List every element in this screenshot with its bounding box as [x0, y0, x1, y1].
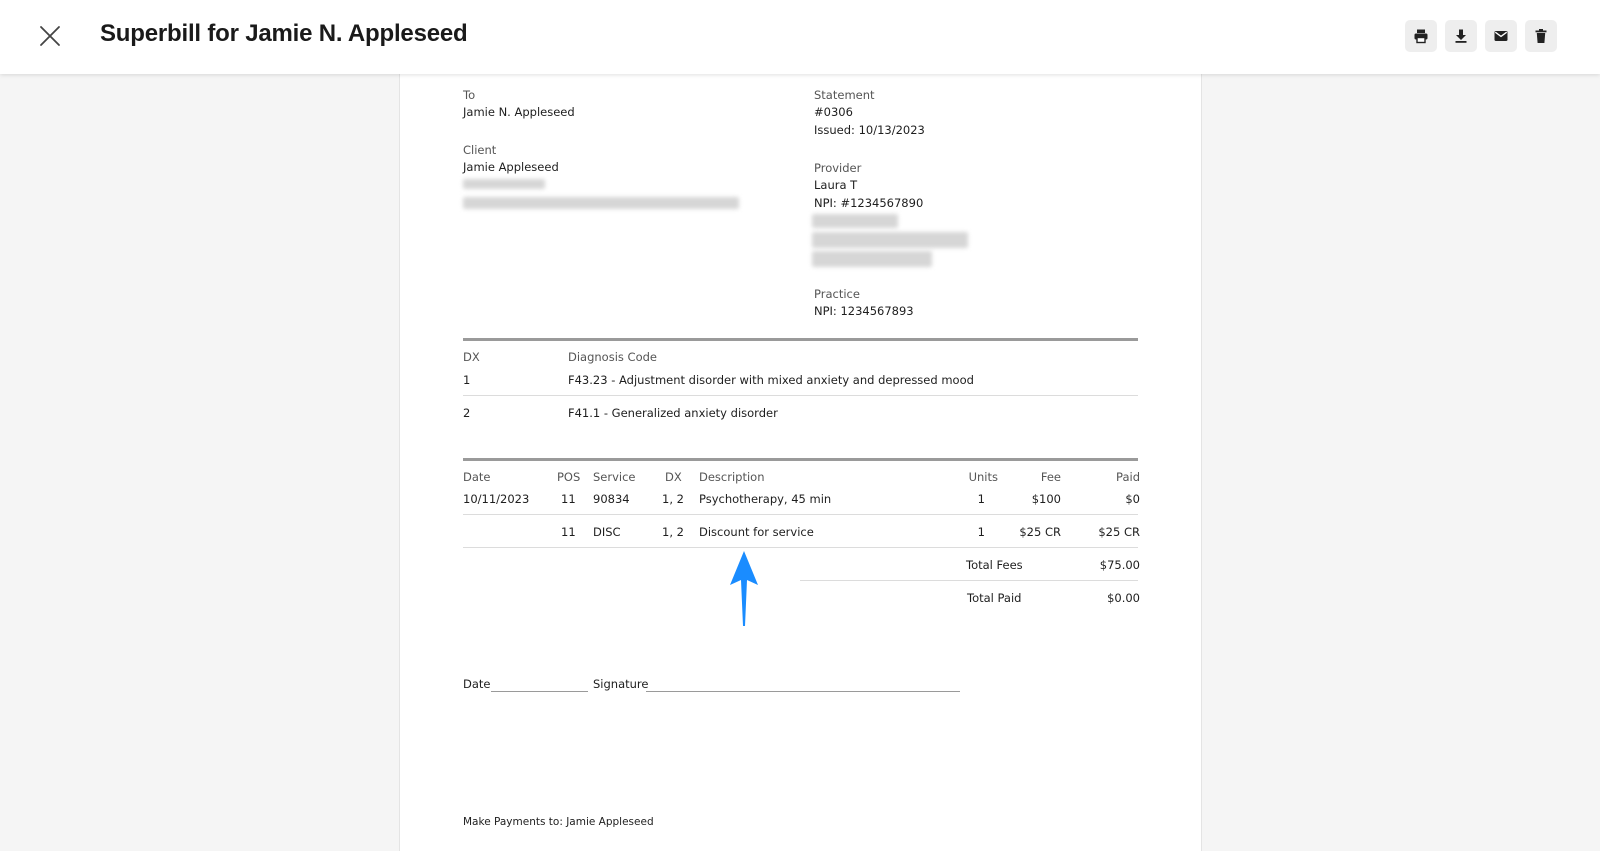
dx-header: DX	[463, 350, 480, 364]
row-divider	[463, 514, 1138, 515]
service-pos: 11	[561, 492, 576, 506]
to-name: Jamie N. Appleseed	[463, 105, 575, 119]
signature-date-label: Date	[463, 677, 491, 691]
close-icon	[40, 26, 60, 46]
service-code: DISC	[593, 525, 621, 539]
client-label: Client	[463, 143, 497, 157]
statement-issued: Issued: 10/13/2023	[814, 123, 925, 137]
statement-label: Statement	[814, 88, 875, 102]
service-header: Service	[593, 470, 636, 484]
delete-button[interactable]	[1525, 20, 1557, 52]
client-name: Jamie Appleseed	[463, 160, 559, 174]
header-bar: Superbill for Jamie N. Appleseed	[0, 0, 1600, 74]
service-units: 1	[977, 525, 985, 539]
download-button[interactable]	[1445, 20, 1477, 52]
superbill-document: To Jamie N. Appleseed Client Jamie Apple…	[400, 74, 1201, 851]
service-description: Psychotherapy, 45 min	[699, 492, 832, 506]
redacted-client-info	[463, 179, 545, 189]
payments-note: Make Payments to: Jamie Appleseed	[463, 816, 654, 828]
redacted-provider-info	[812, 214, 898, 228]
statement-number: #0306	[814, 105, 853, 119]
diagnosis-code: F41.1 - Generalized anxiety disorder	[568, 406, 778, 420]
divider	[463, 338, 1138, 341]
total-fees-value: $75.00	[1099, 558, 1140, 572]
redacted-client-address	[463, 197, 739, 209]
date-header: Date	[463, 470, 491, 484]
total-paid-label: Total Paid	[967, 591, 1022, 605]
redacted-provider-address	[812, 232, 968, 248]
pos-header: POS	[557, 470, 581, 484]
service-fee: $100	[1031, 492, 1061, 506]
paid-header: Paid	[1116, 470, 1140, 484]
print-button[interactable]	[1405, 20, 1437, 52]
diagnosis-code-header: Diagnosis Code	[568, 350, 657, 364]
provider-name: Laura T	[814, 178, 858, 192]
service-description: Discount for service	[699, 525, 814, 539]
total-fees-label: Total Fees	[966, 558, 1023, 572]
redacted-provider-address-2	[812, 251, 932, 267]
dx-number: 2	[463, 406, 471, 420]
dx-number: 1	[463, 373, 471, 387]
provider-label: Provider	[814, 161, 862, 175]
totals-divider	[800, 580, 1138, 581]
service-paid: $25 CR	[1098, 525, 1140, 539]
total-paid-value: $0.00	[1107, 591, 1140, 605]
download-icon	[1455, 29, 1467, 43]
trash-icon	[1535, 29, 1547, 43]
signature-label: Signature	[593, 677, 649, 691]
service-date: 10/11/2023	[463, 492, 530, 506]
divider	[463, 458, 1138, 461]
dx-header: DX	[665, 470, 682, 484]
units-header: Units	[968, 470, 998, 484]
service-paid: $0	[1125, 492, 1140, 506]
email-icon	[1494, 31, 1508, 41]
close-button[interactable]	[36, 22, 64, 50]
service-dx: 1, 2	[662, 492, 684, 506]
row-divider	[463, 547, 1138, 548]
page-title: Superbill for Jamie N. Appleseed	[100, 20, 468, 47]
signature-line	[646, 691, 960, 692]
row-divider	[463, 395, 1138, 396]
print-icon	[1414, 29, 1428, 44]
fee-header: Fee	[1040, 470, 1061, 484]
service-units: 1	[977, 492, 985, 506]
to-label: To	[463, 88, 476, 102]
date-line	[491, 691, 588, 692]
practice-label: Practice	[814, 287, 860, 301]
service-dx: 1, 2	[662, 525, 684, 539]
annotation-arrow-icon	[730, 551, 758, 626]
provider-npi: NPI: #1234567890	[814, 196, 924, 210]
practice-npi: NPI: 1234567893	[814, 304, 914, 318]
service-fee: $25 CR	[1019, 525, 1061, 539]
service-code: 90834	[593, 492, 630, 506]
diagnosis-code: F43.23 - Adjustment disorder with mixed …	[568, 373, 974, 387]
service-pos: 11	[561, 525, 576, 539]
description-header: Description	[699, 470, 765, 484]
email-button[interactable]	[1485, 20, 1517, 52]
